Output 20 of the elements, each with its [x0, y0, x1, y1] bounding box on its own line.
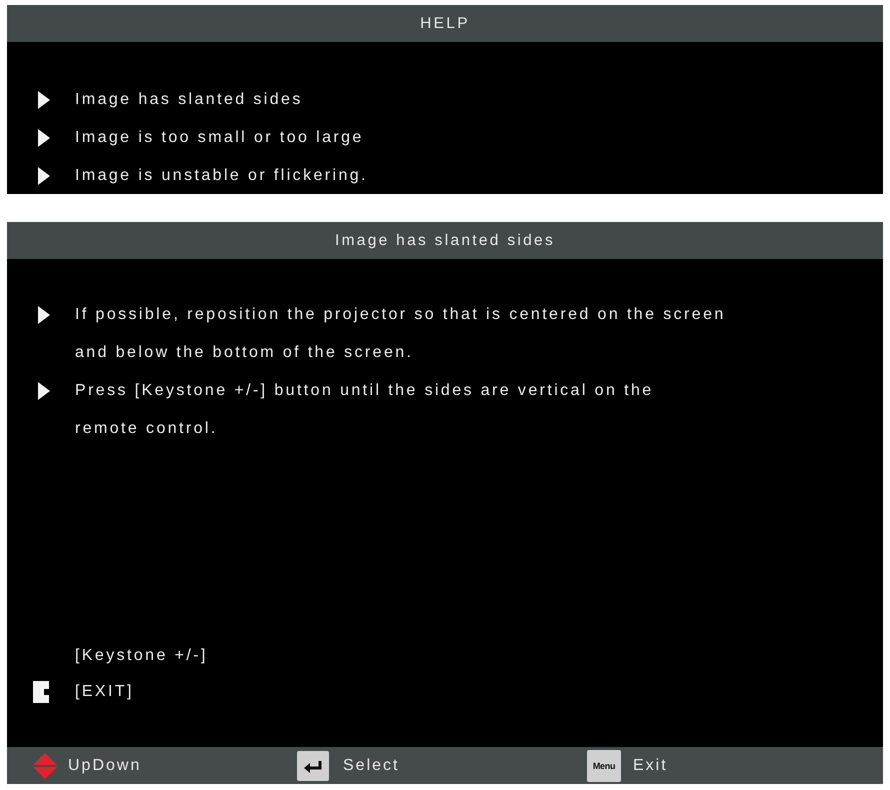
triangle-bullet-icon — [38, 91, 50, 109]
hint-label: Exit — [633, 756, 668, 774]
panel-header: HELP — [7, 5, 883, 42]
triangle-bullet-icon — [38, 129, 50, 147]
triangle-bullet-icon — [38, 167, 50, 185]
help-topic-item[interactable]: Image is too small or too large — [75, 129, 364, 147]
help-topic-item[interactable]: Image is unstable or flickering. — [75, 167, 368, 185]
menu-option[interactable]: [Keystone +/-] — [75, 647, 208, 665]
help-text: Press [Keystone +/-] button until the sides are vertical on the remote control. — [75, 381, 654, 439]
menu-key: Menu — [587, 750, 621, 782]
menu-option[interactable]: [EXIT] — [75, 683, 134, 701]
hint-label: UpDown — [68, 756, 142, 774]
panel-header: Image has slanted sides — [7, 222, 883, 259]
help-text: If possible, reposition the projector so that is centered on the screen and below the bottom of the screen. — [75, 305, 726, 363]
help-topic-item[interactable]: Image has slanted sides — [75, 91, 303, 109]
triangle-bullet-icon — [38, 382, 50, 400]
enter-key-icon — [297, 750, 329, 780]
hint-label: Select — [343, 756, 400, 774]
up-down-arrows-icon — [32, 752, 58, 778]
triangle-bullet-icon — [38, 306, 50, 324]
